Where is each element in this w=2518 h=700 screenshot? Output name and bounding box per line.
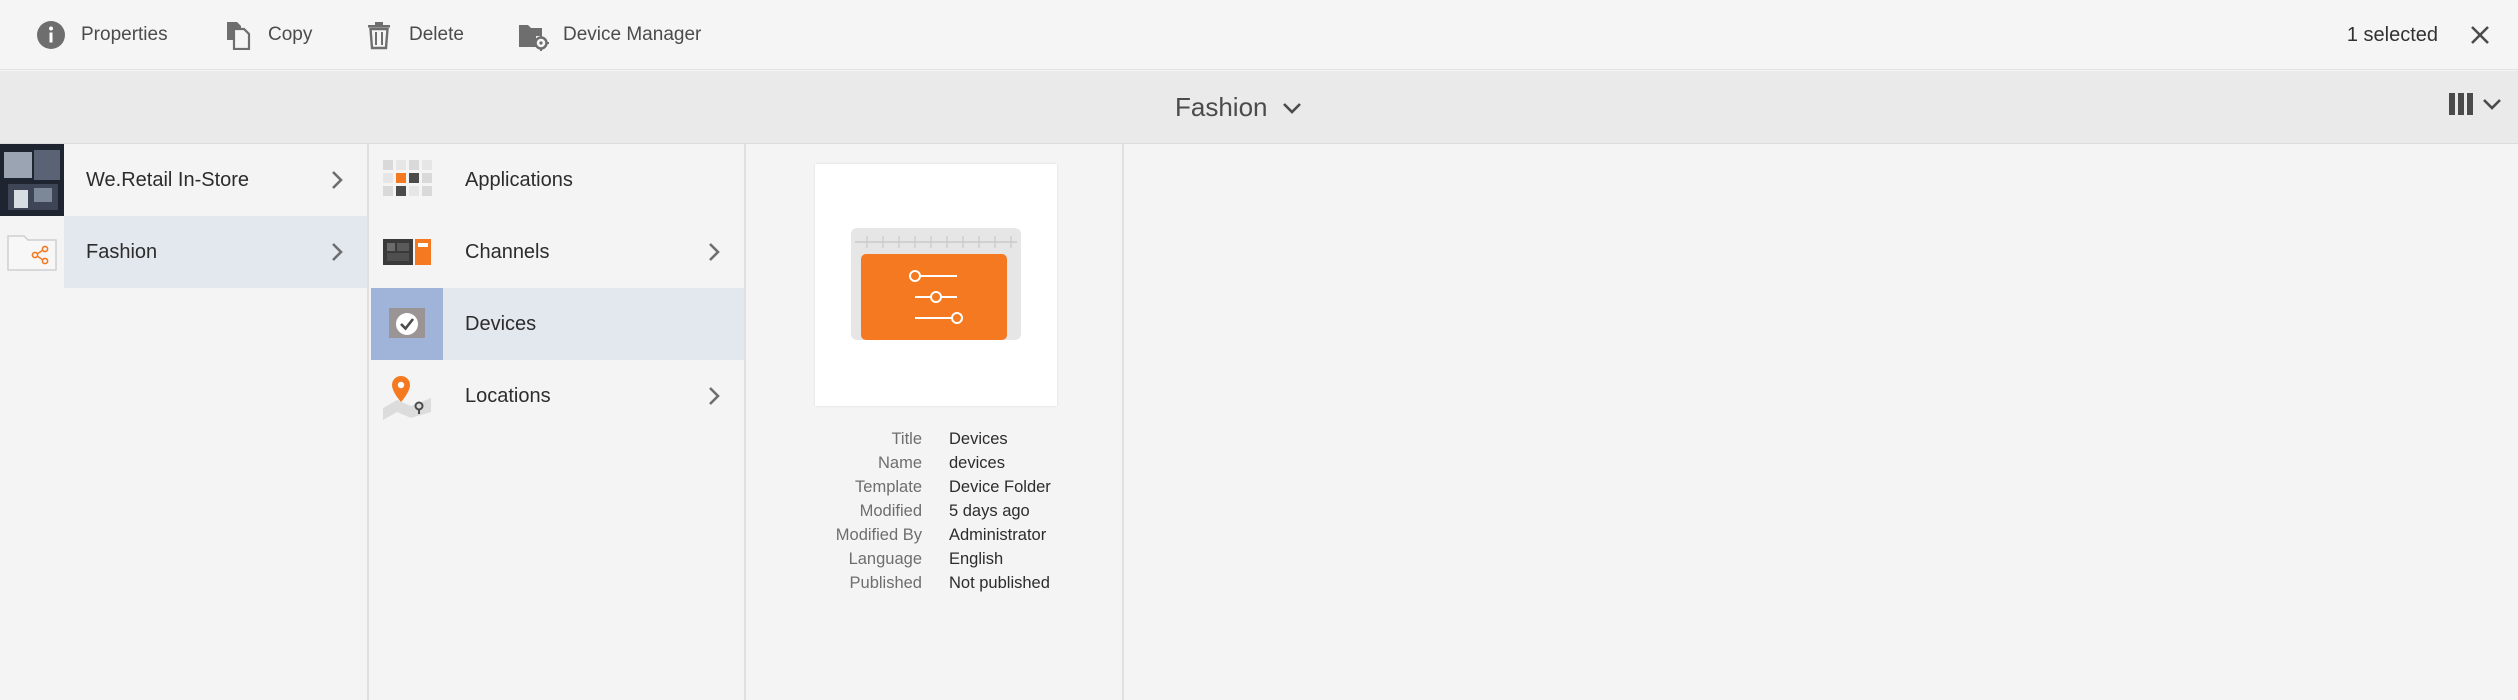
detail-key: Modified By (835, 525, 922, 544)
chevron-right-icon (332, 171, 343, 189)
detail-name: Name devices (760, 451, 1120, 475)
delete-button[interactable]: Delete (362, 0, 464, 70)
copy-button[interactable]: Copy (221, 0, 312, 70)
column-item-we-retail-in-store[interactable]: We.Retail In-Store (0, 144, 367, 216)
detail-value: 5 days ago (949, 501, 1030, 520)
detail-value: Administrator (949, 525, 1047, 544)
detail-value: Not published (949, 573, 1050, 592)
detail-key: Template (855, 477, 922, 496)
column-item-label: Fashion (86, 240, 158, 263)
chevron-right-icon (709, 243, 720, 261)
detail-modified-by: Modified By Administrator (760, 523, 1120, 547)
detail-value: Devices (949, 429, 1008, 448)
column-item-label: We.Retail In-Store (86, 168, 250, 191)
close-selection-button[interactable] (2462, 17, 2498, 53)
column-item-fashion[interactable]: Fashion (0, 216, 367, 288)
trash-icon (362, 18, 396, 52)
channels-icon (371, 216, 443, 288)
column-item-label: Channels (465, 240, 550, 263)
properties-button[interactable]: Properties (34, 0, 168, 70)
detail-value: devices (949, 453, 1005, 472)
view-switcher[interactable] (2448, 91, 2502, 117)
column-item-label: Applications (465, 168, 573, 191)
column-sites: We.Retail In-Store Fashion (0, 144, 369, 700)
column-item-locations[interactable]: Locations (371, 360, 744, 432)
detail-key: Modified (859, 501, 922, 520)
detail-modified: Modified 5 days ago (760, 499, 1120, 523)
chevron-right-icon (709, 387, 720, 405)
column-item-devices[interactable]: Devices (371, 288, 744, 360)
close-icon (2471, 26, 2489, 44)
copy-label: Copy (268, 24, 313, 45)
chevron-down-icon (2483, 99, 2501, 110)
selection-count: 1 selected (2346, 23, 2438, 46)
detail-value: English (949, 549, 1004, 568)
selected-check-thumbnail (371, 288, 443, 360)
column-fashion-children: Applications Channels Devices Locations (371, 144, 746, 700)
item-details: Title Devices Name devices Template Devi… (760, 427, 1120, 595)
preview-thumbnail-card[interactable] (815, 164, 1057, 406)
column-item-label: Devices (465, 312, 537, 335)
detail-published: Published Not published (760, 571, 1120, 595)
device-manager-label: Device Manager (563, 24, 702, 45)
device-manager-button[interactable]: Device Manager (516, 0, 701, 70)
map-pin-icon (371, 360, 443, 432)
detail-title: Title Devices (760, 427, 1120, 451)
chevron-right-icon (332, 243, 343, 261)
column-view-icon (2449, 93, 2473, 115)
device-folder-settings-icon (851, 228, 1021, 340)
folder-gear-icon (516, 18, 550, 52)
properties-label: Properties (81, 24, 168, 45)
page-title: Fashion (1175, 92, 1268, 122)
column-item-applications[interactable]: Applications (371, 144, 744, 216)
info-icon (34, 18, 68, 52)
delete-label: Delete (409, 24, 464, 45)
detail-value: Device Folder (949, 477, 1051, 496)
column-item-label: Locations (465, 384, 551, 407)
folder-share-thumbnail (0, 216, 64, 288)
we-retail-thumbnail (0, 144, 64, 216)
detail-key: Published (849, 573, 922, 592)
title-bar: Fashion (0, 71, 2518, 144)
title-dropdown[interactable]: Fashion (1175, 71, 1302, 144)
copy-icon (221, 18, 255, 52)
detail-language: Language English (760, 547, 1120, 571)
action-bar: Properties Copy Delete Device Manager 1 … (0, 0, 2518, 70)
applications-grid-icon (371, 144, 443, 216)
chevron-down-icon (1282, 102, 1301, 114)
detail-key: Name (877, 453, 922, 472)
detail-key: Language (848, 549, 922, 568)
column-item-channels[interactable]: Channels (371, 216, 744, 288)
detail-key: Title (891, 429, 922, 448)
detail-template: Template Device Folder (760, 475, 1120, 499)
